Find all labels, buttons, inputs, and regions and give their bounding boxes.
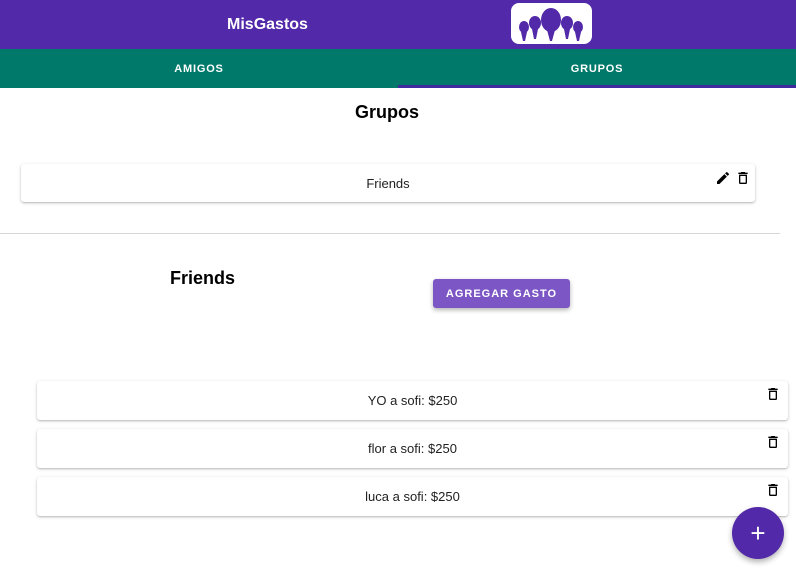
pencil-icon[interactable] xyxy=(714,169,732,187)
plus-icon: + xyxy=(750,517,766,548)
trash-icon[interactable] xyxy=(764,433,782,451)
add-group-fab[interactable]: + xyxy=(732,507,784,559)
expense-text: YO a sofi: $250 xyxy=(367,393,458,408)
tab-indicator xyxy=(398,85,796,88)
app-title: MisGastos xyxy=(227,15,308,33)
trash-icon[interactable] xyxy=(734,169,752,187)
tab-label: AMIGOS xyxy=(174,62,224,75)
add-expense-button[interactable]: AGREGAR GASTO xyxy=(433,279,570,308)
expense-item[interactable]: YO a sofi: $250 xyxy=(37,381,788,420)
group-card[interactable]: Friends xyxy=(21,164,755,202)
tab-label: GRUPOS xyxy=(570,62,624,75)
section-divider xyxy=(0,233,780,234)
group-name: Friends xyxy=(366,175,410,191)
groups-title: Grupos xyxy=(355,102,420,122)
tab-grupos[interactable]: GRUPOS xyxy=(398,49,796,88)
expense-item[interactable]: luca a sofi: $250 xyxy=(37,477,788,516)
trash-icon[interactable] xyxy=(764,385,782,403)
tab-amigos[interactable]: AMIGOS xyxy=(0,49,398,88)
app-bar: MisGastos xyxy=(0,0,796,49)
group-detail-title: Friends xyxy=(170,268,236,288)
expense-text: flor a sofi: $250 xyxy=(368,441,457,456)
tab-bar: AMIGOS GRUPOS xyxy=(0,49,796,88)
group-people-icon xyxy=(511,3,592,44)
expense-text: luca a sofi: $250 xyxy=(365,489,460,504)
trash-icon[interactable] xyxy=(764,481,782,499)
expense-item[interactable]: flor a sofi: $250 xyxy=(37,429,788,468)
